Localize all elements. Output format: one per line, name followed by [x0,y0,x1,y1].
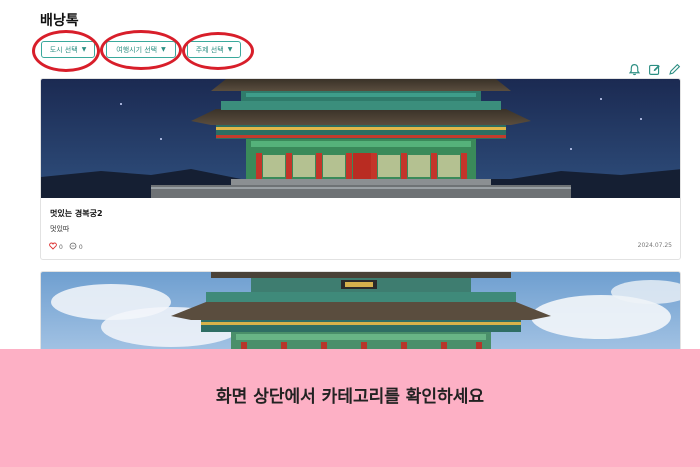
comment-count[interactable]: 0 [69,242,83,252]
comment-count-value: 0 [78,243,83,251]
city-select-dropdown[interactable]: 도시 선택 ▼ [41,41,95,58]
caret-down-icon: ▼ [227,46,233,53]
post-card[interactable]: 멋있는 경복궁2 멋있따 0 0 2024.07.25 [40,78,681,260]
instruction-overlay [0,349,700,467]
bell-icon[interactable] [628,63,641,76]
post-date: 2024.07.25 [637,242,672,249]
topic-select-label: 주제 선택 [195,45,224,54]
post-card[interactable] [40,271,681,361]
caret-down-icon: ▼ [81,46,87,53]
heart-icon [49,242,57,252]
travel-period-select-label: 여행시기 선택 [116,45,158,54]
caret-down-icon: ▼ [161,46,166,53]
post-meta: 0 0 [49,242,83,252]
city-select-label: 도시 선택 [49,45,78,54]
pencil-icon[interactable] [668,63,681,76]
travel-period-select-dropdown[interactable]: 여행시기 선택 ▼ [106,41,176,58]
topic-select-dropdown[interactable]: 주제 선택 ▼ [187,41,241,58]
post-title: 멋있는 경복궁2 [50,209,103,218]
like-count[interactable]: 0 [49,242,63,252]
toolbar [628,63,681,76]
edit-square-icon[interactable] [648,63,661,76]
instruction-text: 화면 상단에서 카테고리를 확인하세요 [216,387,484,407]
like-count-value: 0 [59,243,63,251]
post-photo [41,272,680,360]
post-photo [41,79,680,198]
page-title: 배낭톡 [40,13,79,29]
comment-icon [69,242,77,252]
post-body: 멋있따 [50,225,70,233]
